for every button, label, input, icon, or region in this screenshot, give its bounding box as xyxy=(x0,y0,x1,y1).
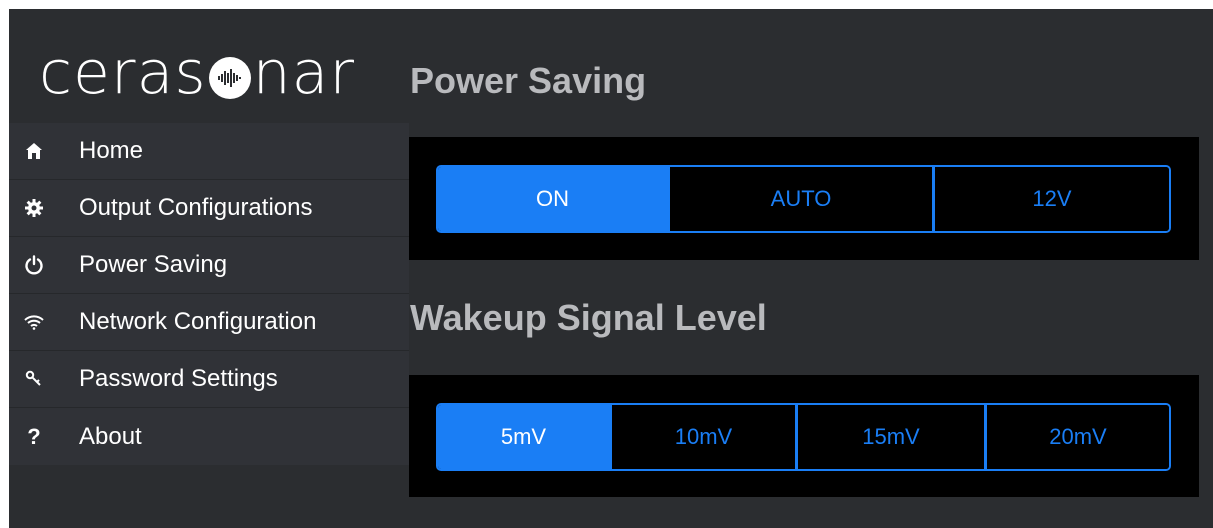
sidebar-item-label: Home xyxy=(79,137,144,164)
sidebar-item-label: Power Saving xyxy=(79,251,228,278)
logo-text-start: ceras xyxy=(39,38,207,108)
app-window: ceras nar Home Output Configurations Pow… xyxy=(9,9,1213,528)
sidebar-item-about[interactable]: ? About xyxy=(9,408,409,465)
sidebar-item-password-settings[interactable]: Password Settings xyxy=(9,351,409,408)
sidebar-item-label: Network Configuration xyxy=(79,308,317,335)
sidebar-item-home[interactable]: Home xyxy=(9,123,409,180)
power-icon xyxy=(23,254,45,276)
sidebar-item-power-saving[interactable]: Power Saving xyxy=(9,237,409,294)
wakeup-signal-panel: 5mV 10mV 15mV 20mV xyxy=(409,375,1199,497)
logo: ceras nar xyxy=(39,33,355,113)
power-option-auto[interactable]: AUTO xyxy=(670,167,935,231)
sidebar-item-label: About xyxy=(79,422,142,450)
power-saving-selector: ON AUTO 12V xyxy=(436,165,1171,233)
key-icon xyxy=(23,368,45,390)
wakeup-option-20mv[interactable]: 20mV xyxy=(987,405,1169,469)
wakeup-option-5mv[interactable]: 5mV xyxy=(438,405,612,469)
power-saving-panel: ON AUTO 12V xyxy=(409,137,1199,260)
power-option-on[interactable]: ON xyxy=(438,167,670,231)
sonar-wave-icon xyxy=(208,57,251,99)
sidebar-item-label: Output Configurations xyxy=(79,194,313,221)
gear-icon xyxy=(23,197,45,219)
main-content: Power Saving ON AUTO 12V Wakeup Signal L… xyxy=(409,9,1213,528)
sidebar-item-output-configurations[interactable]: Output Configurations xyxy=(9,180,409,237)
home-icon xyxy=(23,140,45,162)
wifi-icon xyxy=(23,311,45,333)
sidebar-item-label: Password Settings xyxy=(79,365,278,392)
power-saving-title: Power Saving xyxy=(410,60,647,101)
sidebar-item-network-configuration[interactable]: Network Configuration xyxy=(9,294,409,351)
sidebar: Home Output Configurations Power Saving … xyxy=(9,123,409,465)
wakeup-option-10mv[interactable]: 10mV xyxy=(612,405,798,469)
question-icon: ? xyxy=(27,423,41,449)
power-option-12v[interactable]: 12V xyxy=(935,167,1169,231)
wakeup-signal-level-title: Wakeup Signal Level xyxy=(410,297,767,338)
logo-text-end: nar xyxy=(252,38,356,108)
wakeup-level-selector: 5mV 10mV 15mV 20mV xyxy=(436,403,1171,471)
wakeup-option-15mv[interactable]: 15mV xyxy=(798,405,987,469)
